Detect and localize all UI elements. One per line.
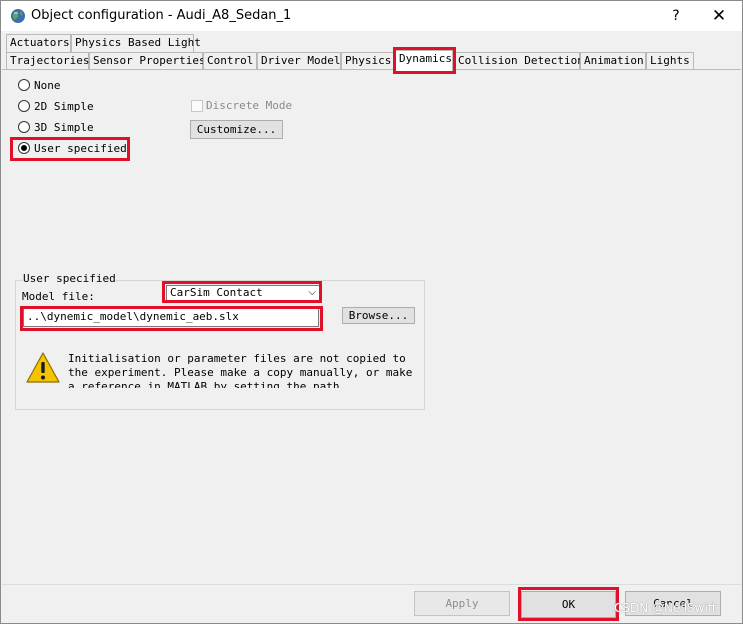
customize-button[interactable]: Customize... bbox=[190, 120, 283, 139]
tab-physics[interactable]: Physics bbox=[341, 52, 394, 70]
discrete-mode-checkbox[interactable] bbox=[191, 100, 203, 112]
tab-trajectories[interactable]: Trajectories bbox=[6, 52, 89, 70]
radio-user-specified-label[interactable]: User specified bbox=[34, 142, 127, 155]
footer-separator bbox=[2, 584, 741, 585]
close-button[interactable]: ✕ bbox=[707, 5, 731, 27]
browse-button[interactable]: Browse... bbox=[342, 307, 415, 324]
radio-3d-simple-label[interactable]: 3D Simple bbox=[34, 121, 94, 134]
radio-2d-simple[interactable] bbox=[18, 100, 30, 112]
warning-message: Initialisation or parameter files are no… bbox=[68, 352, 413, 388]
radio-none-label[interactable]: None bbox=[34, 79, 61, 92]
tab-panel-border bbox=[2, 69, 741, 70]
radio-3d-simple[interactable] bbox=[18, 121, 30, 133]
user-specified-group-title: User specified bbox=[23, 272, 116, 285]
model-file-label: Model file: bbox=[22, 290, 95, 303]
model-type-selected: CarSim Contact bbox=[170, 286, 263, 299]
watermark-text: CSDN @NeilSwift bbox=[614, 601, 717, 615]
tab-collision-detection[interactable]: Collision Detection bbox=[454, 52, 584, 70]
model-file-input[interactable]: ..\dynemic_model\dynemic_aeb.slx bbox=[23, 307, 319, 327]
tab-control[interactable]: Control bbox=[203, 52, 257, 70]
tab-physics-based-light[interactable]: Physics Based Light bbox=[71, 34, 201, 52]
globe-app-icon bbox=[11, 9, 25, 23]
ok-button[interactable]: OK bbox=[521, 591, 616, 618]
help-button[interactable]: ? bbox=[665, 5, 687, 27]
tab-sensor-properties[interactable]: Sensor Properties bbox=[89, 52, 206, 70]
discrete-mode-label: Discrete Mode bbox=[206, 99, 293, 112]
model-type-select[interactable]: CarSim Contact ⌵ bbox=[166, 285, 320, 301]
chevron-down-icon: ⌵ bbox=[308, 287, 316, 298]
title-bar[interactable]: Object configuration - Audi_A8_Sedan_1 ?… bbox=[1, 1, 742, 31]
tab-lights[interactable]: Lights bbox=[646, 52, 694, 70]
radio-user-specified[interactable] bbox=[18, 142, 30, 154]
tab-dynamics[interactable]: Dynamics bbox=[395, 50, 453, 71]
tab-animation[interactable]: Animation bbox=[580, 52, 646, 70]
radio-2d-simple-label[interactable]: 2D Simple bbox=[34, 100, 94, 113]
apply-button[interactable]: Apply bbox=[414, 591, 510, 616]
tab-driver-model[interactable]: Driver Model bbox=[257, 52, 341, 70]
warning-icon bbox=[26, 352, 60, 383]
tab-actuators[interactable]: Actuators bbox=[6, 34, 71, 52]
radio-none[interactable] bbox=[18, 79, 30, 91]
window-title: Object configuration - Audi_A8_Sedan_1 bbox=[31, 8, 292, 23]
dialog-window: Object configuration - Audi_A8_Sedan_1 ?… bbox=[0, 0, 743, 624]
